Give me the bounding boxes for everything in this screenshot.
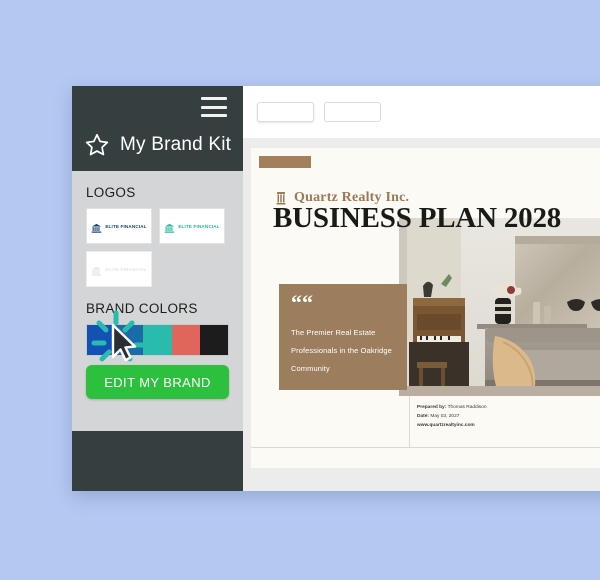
document-accent-bar [259,156,311,168]
date-label: Date: [417,413,429,419]
brand-title-row: My Brand Kit [84,132,231,158]
hamburger-menu-icon[interactable] [201,97,227,117]
screenshot-root: My Brand Kit LOGOS ELITE FINANCIAL ELITE… [0,0,600,580]
color-swatch[interactable] [199,325,229,355]
hamburger-bar [201,97,227,100]
logo-grid: ELITE FINANCIAL ELITE FINANCIAL ELITE FI… [86,208,229,287]
brand-color-swatches [86,324,229,356]
color-swatch[interactable] [143,325,172,355]
sidebar-header: My Brand Kit [72,86,243,171]
editor-main-panel: Quartz Realty Inc. BUSINESS PLAN 2028 ““… [243,86,600,491]
document-divider-vertical [409,396,410,448]
color-swatch[interactable] [87,325,116,355]
interior-photo [399,218,600,396]
logo-card-label: ELITE FINANCIAL [105,266,147,272]
toolbar-button-2[interactable] [324,102,381,122]
logo-card-label: ELITE FINANCIAL [178,223,220,229]
color-swatch[interactable] [171,325,200,355]
logo-card-label: ELITE FINANCIAL [105,223,147,229]
brand-colors-section-label: BRAND COLORS [86,301,198,316]
edit-my-brand-button[interactable]: EDIT MY BRAND [86,365,229,399]
date-value: May 03, 2027 [430,413,460,419]
prepared-by-line: Prepared by: Thomas Raddison [417,404,487,413]
document-divider-horizontal [251,447,600,448]
logo-card-light[interactable]: ELITE FINANCIAL [86,251,152,287]
logo-card-teal[interactable]: ELITE FINANCIAL [159,208,225,244]
quote-mark-icon: ““ [291,290,313,315]
prepared-by-label: Prepared by: [417,405,447,410]
bank-building-icon [91,221,102,233]
document-quote-box: ““ The Premier Real Estate Professionals… [279,284,407,390]
document-quote-text: The Premier Real Estate Professionals in… [291,328,392,373]
logo-card-navy[interactable]: ELITE FINANCIAL [86,208,152,244]
toolbar-button-1[interactable] [257,102,314,122]
app-window: My Brand Kit LOGOS ELITE FINANCIAL ELITE… [72,86,600,491]
date-line: Date: May 03, 2027 [417,413,487,422]
color-swatch[interactable] [115,325,144,355]
star-icon [84,132,110,158]
prepared-by-value: Thomas Raddison [447,405,487,410]
canvas-area: Quartz Realty Inc. BUSINESS PLAN 2028 ““… [243,138,600,491]
business-plan-document[interactable]: Quartz Realty Inc. BUSINESS PLAN 2028 ““… [251,148,600,468]
document-website: www.quartzrealtyinc.com [417,422,475,428]
document-heading: BUSINESS PLAN 2028 [273,202,562,234]
brand-kit-sidebar: My Brand Kit LOGOS ELITE FINANCIAL ELITE… [72,86,243,491]
hamburger-bar [201,105,227,109]
logos-section-label: LOGOS [86,185,136,200]
bank-building-icon [164,221,175,233]
sidebar-footer [72,431,243,491]
editor-toolbar [243,86,600,138]
hamburger-bar [201,114,227,117]
bank-building-icon [91,264,102,276]
sidebar-title: My Brand Kit [120,134,232,155]
sidebar-body: LOGOS ELITE FINANCIAL ELITE FINANCIAL EL… [72,171,243,431]
document-meta-block: Prepared by: Thomas Raddison Date: May 0… [417,404,487,431]
